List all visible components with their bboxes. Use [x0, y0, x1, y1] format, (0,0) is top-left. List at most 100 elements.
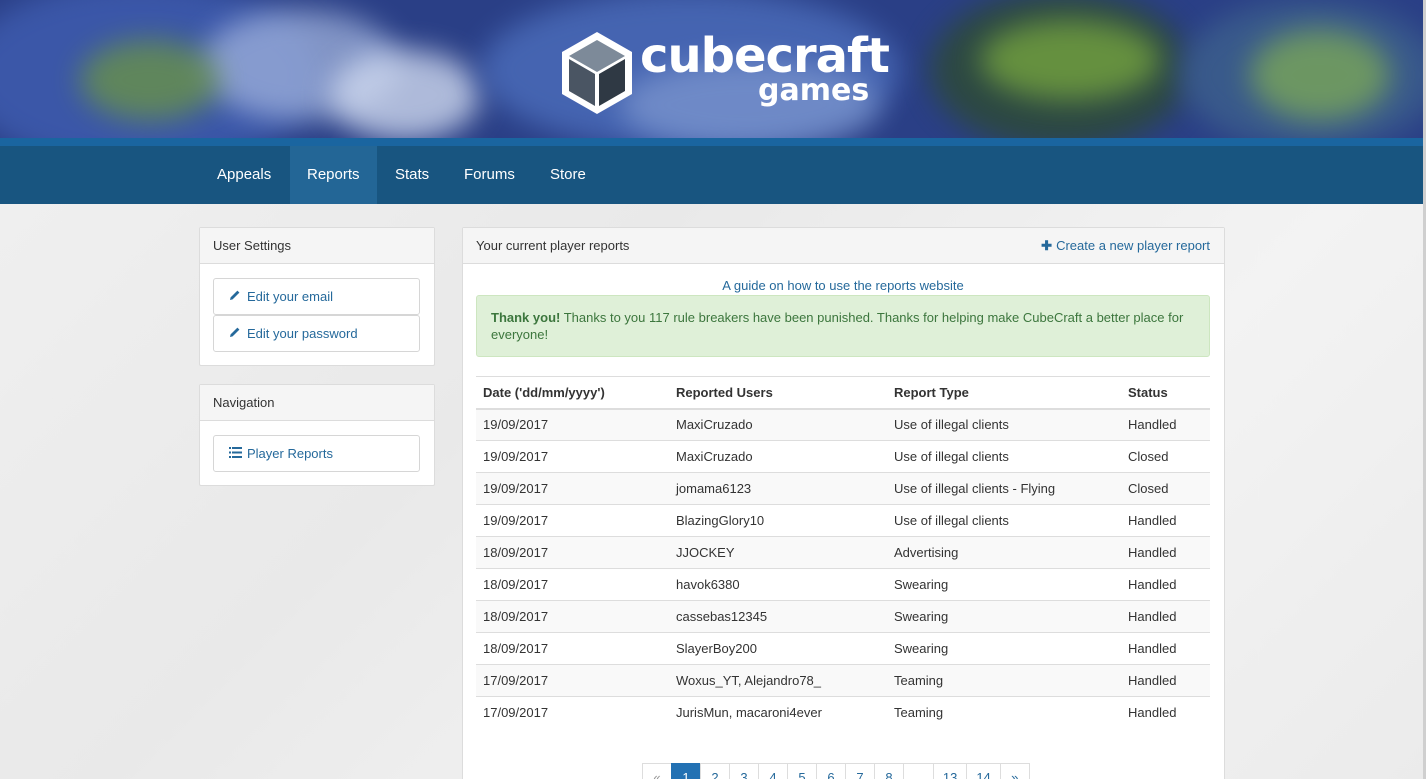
main-navbar: Appeals Reports Stats Forums Store [0, 138, 1423, 204]
row-type: Use of illegal clients [887, 504, 1121, 537]
row-status: Handled [1121, 504, 1210, 537]
table-row[interactable]: 18/09/2017 SlayerBoy200 Swearing Handled [476, 632, 1210, 665]
row-status: Handled [1121, 408, 1210, 441]
row-date: 18/09/2017 [476, 568, 669, 601]
row-status: Closed [1121, 472, 1210, 505]
page-2[interactable]: 2 [700, 763, 730, 779]
nav-appeals[interactable]: Appeals [200, 146, 288, 204]
player-reports-link[interactable]: Player Reports [213, 435, 420, 472]
row-date: 19/09/2017 [476, 408, 669, 441]
pagination: « 1 2 3 4 5 6 7 8 ... 13 14 » [642, 763, 1030, 779]
nav-reports[interactable]: Reports [290, 146, 377, 204]
col-date: Date ('dd/mm/yyyy') [476, 376, 669, 410]
row-date: 18/09/2017 [476, 632, 669, 665]
row-status: Handled [1121, 696, 1210, 729]
edit-email-label: Edit your email [247, 289, 333, 304]
cubecraft-logo[interactable]: cubecraft games [558, 28, 890, 120]
row-type: Teaming [887, 696, 1121, 729]
row-date: 18/09/2017 [476, 600, 669, 633]
navigation-title: Navigation [200, 385, 434, 421]
row-date: 19/09/2017 [476, 440, 669, 473]
page-6[interactable]: 6 [816, 763, 846, 779]
user-settings-panel: User Settings Edit your email Edit your … [199, 227, 435, 366]
row-status: Handled [1121, 632, 1210, 665]
header-banner: cubecraft games [0, 0, 1423, 138]
row-users-link[interactable]: MaxiCruzado [669, 440, 887, 473]
table-row[interactable]: 19/09/2017 BlazingGlory10 Use of illegal… [476, 504, 1210, 537]
table-header-row: Date ('dd/mm/yyyy') Reported Users Repor… [476, 376, 1210, 410]
page-7[interactable]: 7 [845, 763, 875, 779]
table-row[interactable]: 19/09/2017 jomama6123 Use of illegal cli… [476, 472, 1210, 505]
table-row[interactable]: 19/09/2017 MaxiCruzado Use of illegal cl… [476, 408, 1210, 441]
row-users-link[interactable]: cassebas12345 [669, 600, 887, 633]
nav-store[interactable]: Store [533, 146, 603, 204]
table-row[interactable]: 17/09/2017 JurisMun, macaroni4ever Teami… [476, 696, 1210, 729]
edit-password-button[interactable]: Edit your password [213, 315, 420, 352]
row-date: 19/09/2017 [476, 504, 669, 537]
create-report-button[interactable]: ✚ Create a new player report [1041, 228, 1210, 263]
row-users-link[interactable]: MaxiCruzado [669, 408, 887, 441]
page-13[interactable]: 13 [932, 763, 968, 779]
row-type: Teaming [887, 664, 1121, 697]
row-users-link[interactable]: havok6380 [669, 568, 887, 601]
row-status: Handled [1121, 600, 1210, 633]
col-reported-users: Reported Users [669, 376, 887, 410]
row-date: 17/09/2017 [476, 696, 669, 729]
row-date: 18/09/2017 [476, 536, 669, 569]
row-users-link[interactable]: jomama6123 [669, 472, 887, 505]
guide-link[interactable]: A guide on how to use the reports websit… [722, 278, 963, 293]
table-row[interactable]: 18/09/2017 JJOCKEY Advertising Handled [476, 536, 1210, 569]
player-reports-label: Player Reports [247, 446, 333, 461]
row-type: Use of illegal clients [887, 440, 1121, 473]
table-row[interactable]: 19/09/2017 MaxiCruzado Use of illegal cl… [476, 440, 1210, 473]
row-date: 17/09/2017 [476, 664, 669, 697]
page-8[interactable]: 8 [874, 763, 904, 779]
page-next[interactable]: » [999, 763, 1030, 779]
row-users-link[interactable]: Woxus_YT, Alejandro78_ [669, 664, 887, 697]
row-users-link[interactable]: SlayerBoy200 [669, 632, 887, 665]
pencil-icon [229, 316, 243, 351]
row-type: Use of illegal clients [887, 408, 1121, 441]
table-row[interactable]: 17/09/2017 Woxus_YT, Alejandro78_ Teamin… [476, 664, 1210, 697]
create-report-label: Create a new player report [1056, 238, 1210, 253]
plus-icon: ✚ [1041, 238, 1053, 253]
page-3[interactable]: 3 [729, 763, 759, 779]
cube-icon [562, 32, 632, 114]
row-date: 19/09/2017 [476, 472, 669, 505]
row-status: Handled [1121, 568, 1210, 601]
alert-strong: Thank you! [491, 310, 561, 325]
reports-table: Date ('dd/mm/yyyy') Reported Users Repor… [476, 376, 1210, 729]
list-icon [229, 436, 243, 471]
table-row[interactable]: 18/09/2017 cassebas12345 Swearing Handle… [476, 600, 1210, 633]
reports-title: Your current player reports [476, 238, 630, 253]
row-users-link[interactable]: BlazingGlory10 [669, 504, 887, 537]
nav-stats[interactable]: Stats [378, 146, 446, 204]
page-4[interactable]: 4 [758, 763, 788, 779]
row-status: Handled [1121, 664, 1210, 697]
col-report-type: Report Type [887, 376, 1121, 410]
navigation-panel: Navigation Player Reports [199, 384, 435, 486]
page-prev[interactable]: « [642, 763, 672, 779]
row-type: Swearing [887, 632, 1121, 665]
guide-link-wrap: A guide on how to use the reports websit… [463, 278, 1223, 293]
col-status: Status [1121, 376, 1210, 410]
page-1[interactable]: 1 [671, 763, 701, 779]
edit-email-button[interactable]: Edit your email [213, 278, 420, 315]
page-14[interactable]: 14 [966, 763, 1001, 779]
page-ellipsis: ... [903, 763, 934, 779]
row-users-link[interactable]: JJOCKEY [669, 536, 887, 569]
table-row[interactable]: 18/09/2017 havok6380 Swearing Handled [476, 568, 1210, 601]
row-status: Handled [1121, 536, 1210, 569]
pencil-icon [229, 279, 243, 314]
reports-panel-heading: Your current player reports ✚ Create a ne… [463, 228, 1224, 264]
nav-forums[interactable]: Forums [447, 146, 532, 204]
row-type: Swearing [887, 600, 1121, 633]
page-5[interactable]: 5 [787, 763, 817, 779]
row-type: Use of illegal clients - Flying [887, 472, 1121, 505]
edit-password-label: Edit your password [247, 326, 358, 341]
row-type: Swearing [887, 568, 1121, 601]
reports-panel: Your current player reports ✚ Create a ne… [462, 227, 1225, 779]
row-users-link[interactable]: JurisMun, macaroni4ever [669, 696, 887, 729]
thank-you-alert: Thank you! Thanks to you 117 rule breake… [476, 295, 1210, 357]
logo-subtitle: games [758, 73, 870, 108]
